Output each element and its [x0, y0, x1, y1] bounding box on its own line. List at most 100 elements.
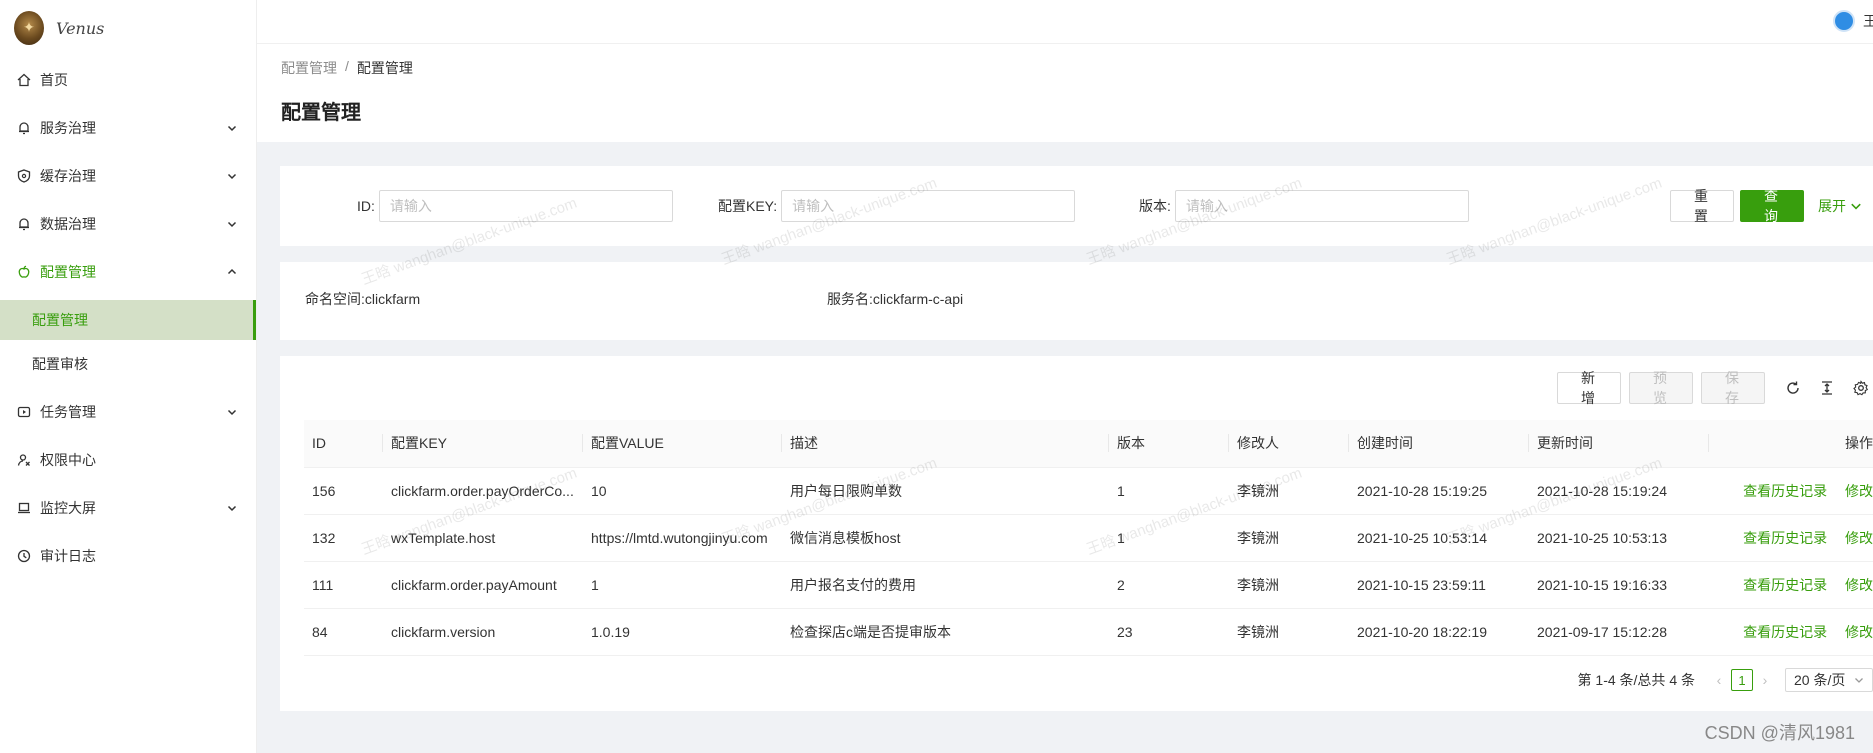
next-page-icon[interactable]: ›	[1753, 672, 1777, 688]
chevron-down-icon	[226, 218, 238, 230]
sidebar-item-label: 缓存治理	[40, 168, 96, 184]
edit-link[interactable]: 修改	[1845, 577, 1873, 593]
service-info: 命名空间:clickfarm 服务名:clickfarm-c-api	[280, 262, 1873, 340]
shield-icon	[16, 168, 32, 184]
chevron-down-icon	[226, 406, 238, 418]
preview-button[interactable]: 预 览	[1629, 370, 1693, 406]
cell-version: 23	[1109, 608, 1229, 656]
chevron-up-icon	[226, 266, 238, 278]
sidebar-item-service-governance[interactable]: 服务治理	[0, 104, 256, 152]
version-input[interactable]	[1174, 190, 1469, 222]
expand-toggle[interactable]: 展开	[1818, 196, 1862, 216]
sidebar-item-config-management[interactable]: 配置管理	[0, 248, 256, 296]
breadcrumb: 配置管理 / 配置管理	[281, 58, 1849, 78]
breadcrumb-parent[interactable]: 配置管理	[281, 58, 337, 78]
home-icon	[16, 72, 32, 88]
sidebar-item-data-governance[interactable]: 数据治理	[0, 200, 256, 248]
edit-link[interactable]: 修改	[1845, 530, 1873, 546]
column-height-icon[interactable]	[1819, 380, 1835, 396]
cell-actions: 查看历史记录 修改	[1709, 514, 1873, 562]
bell-icon	[16, 216, 32, 232]
sidebar-item-label: 审计日志	[40, 548, 96, 564]
column-header-updated[interactable]: 更新时间	[1529, 420, 1709, 468]
view-history-link[interactable]: 查看历史记录	[1743, 577, 1827, 593]
id-label: ID:	[357, 198, 375, 214]
service-label: 服务名:	[827, 291, 873, 307]
page-size-select[interactable]: 20 条/页	[1785, 668, 1873, 692]
reload-icon[interactable]	[1785, 380, 1801, 396]
cell-modifier: 李镜洲	[1229, 561, 1349, 609]
chevron-down-icon	[226, 122, 238, 134]
avatar[interactable]	[1833, 10, 1855, 32]
table-row: 132 wxTemplate.host https://lmtd.wutongj…	[304, 514, 1873, 562]
cell-value: 1	[583, 561, 782, 609]
service-value: clickfarm-c-api	[872, 291, 964, 307]
cell-version: 2	[1109, 561, 1229, 609]
cell-id: 156	[304, 467, 383, 515]
sidebar-item-label: 服务治理	[40, 120, 96, 136]
cell-updated: 2021-10-28 15:19:24	[1529, 467, 1709, 515]
column-header-value[interactable]: 配置VALUE	[583, 420, 782, 468]
search-form: ID: 配置KEY: 版本: 重 置 查 询 展开	[280, 166, 1873, 246]
reset-button[interactable]: 重 置	[1670, 188, 1734, 224]
sidebar-item-permission-center[interactable]: 权限中心	[0, 436, 256, 484]
column-header-description[interactable]: 描述	[782, 420, 1109, 468]
cell-key: clickfarm.order.payOrderCo...	[383, 467, 583, 515]
view-history-link[interactable]: 查看历史记录	[1743, 624, 1827, 640]
settings-icon[interactable]	[1853, 380, 1869, 396]
cell-description: 用户报名支付的费用	[782, 561, 1109, 609]
pagination-summary: 第 1-4 条/总共 4 条	[1577, 672, 1695, 688]
query-button[interactable]: 查 询	[1740, 188, 1804, 224]
id-input[interactable]	[378, 190, 673, 222]
cell-updated: 2021-10-15 19:16:33	[1529, 561, 1709, 609]
view-history-link[interactable]: 查看历史记录	[1743, 483, 1827, 499]
sidebar-item-cache-governance[interactable]: 缓存治理	[0, 152, 256, 200]
edit-link[interactable]: 修改	[1845, 483, 1873, 499]
service-name-info: 服务名:clickfarm-c-api	[827, 289, 963, 309]
sidebar-item-home[interactable]: 首页	[0, 56, 256, 104]
cell-actions: 查看历史记录 修改	[1709, 467, 1873, 515]
namespace-value: clickfarm	[364, 291, 421, 307]
add-button[interactable]: 新 增	[1557, 370, 1621, 406]
save-button[interactable]: 保 存	[1701, 370, 1765, 406]
cell-description: 检查探店c端是否提审版本	[782, 608, 1109, 656]
sidebar-item-audit-log[interactable]: 审计日志	[0, 532, 256, 580]
key-label: 配置KEY:	[718, 198, 778, 214]
cell-description: 微信消息模板host	[782, 514, 1109, 562]
view-history-link[interactable]: 查看历史记录	[1743, 530, 1827, 546]
sidebar-item-label: 权限中心	[40, 452, 96, 468]
table-toolbar: 新 增 预 览 保 存	[1557, 370, 1873, 406]
column-header-modifier[interactable]: 修改人	[1229, 420, 1349, 468]
table-header-row: ID 配置KEY 配置VALUE 描述 版本 修改人 创建时间 更新时间 操作	[304, 420, 1873, 468]
user-menu[interactable]: 王	[1833, 10, 1873, 32]
version-label: 版本:	[1139, 198, 1171, 214]
namespace-info: 命名空间:clickfarm	[305, 289, 420, 309]
sidebar-item-task-management[interactable]: 任务管理	[0, 388, 256, 436]
page-title: 配置管理	[281, 102, 361, 124]
logo-icon: ✦	[14, 11, 44, 45]
column-header-version[interactable]: 版本	[1109, 420, 1229, 468]
column-header-key[interactable]: 配置KEY	[383, 420, 583, 468]
sidebar-item-monitor-screen[interactable]: 监控大屏	[0, 484, 256, 532]
sidebar-subitem-config-review[interactable]: 配置审核	[0, 344, 256, 384]
column-header-id[interactable]: ID	[304, 420, 383, 468]
sidebar-item-label: 数据治理	[40, 216, 96, 232]
sidebar-subitem-config-management[interactable]: 配置管理	[0, 300, 256, 340]
key-input[interactable]	[781, 190, 1076, 222]
logo[interactable]: ✦ Venus	[0, 0, 256, 56]
cell-id: 84	[304, 608, 383, 656]
cell-updated: 2021-10-25 10:53:13	[1529, 514, 1709, 562]
prev-page-icon[interactable]: ‹	[1707, 672, 1731, 688]
namespace-label: 命名空间:	[305, 291, 365, 307]
column-header-created[interactable]: 创建时间	[1349, 420, 1529, 468]
cell-updated: 2021-09-17 15:12:28	[1529, 608, 1709, 656]
sidebar: ✦ Venus 首页 服务治理 缓存治理 数据治理 配置管理 配置管理 配置审核…	[0, 0, 257, 753]
chevron-down-icon	[226, 170, 238, 182]
cell-created: 2021-10-15 23:59:11	[1349, 561, 1529, 609]
key-field: 配置KEY:	[718, 190, 1076, 222]
table-row: 156 clickfarm.order.payOrderCo... 10 用户每…	[304, 467, 1873, 515]
chevron-down-icon	[1850, 200, 1862, 212]
sidebar-item-label: 监控大屏	[40, 500, 96, 516]
edit-link[interactable]: 修改	[1845, 624, 1873, 640]
page-number[interactable]: 1	[1731, 669, 1753, 691]
